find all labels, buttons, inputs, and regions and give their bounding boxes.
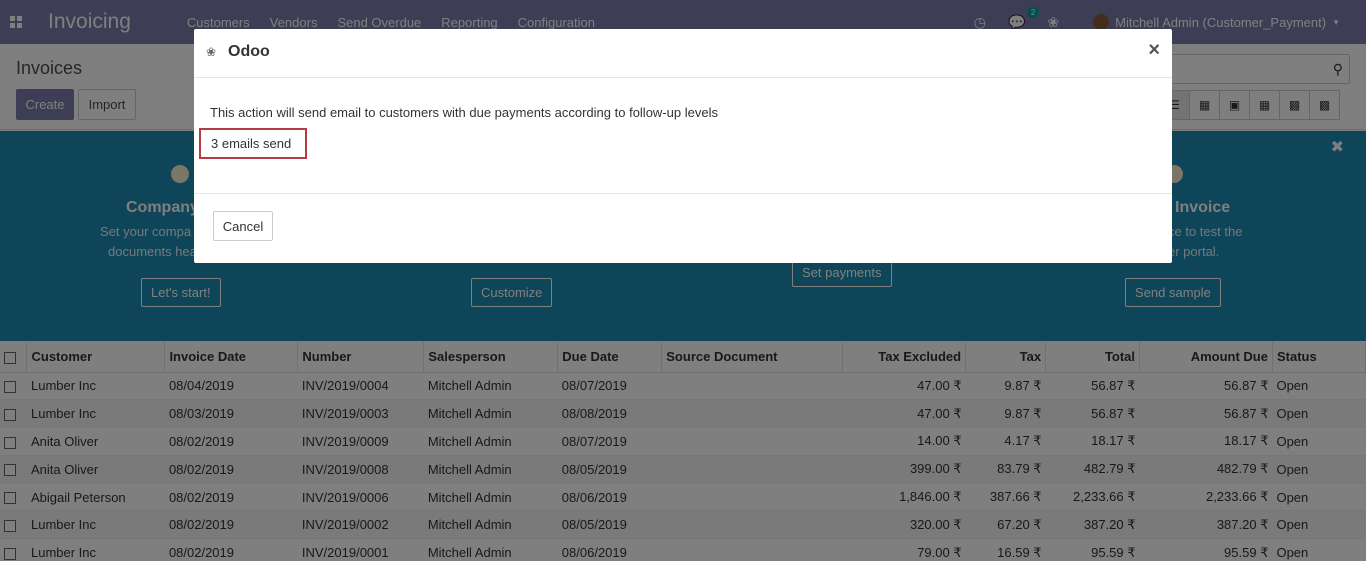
dialog-body: This action will send email to customers… [194,78,1172,194]
dialog-header: ❀ Odoo × [194,29,1172,78]
dialog-title: Odoo [228,43,270,60]
emails-sent-result: 3 emails send [199,128,307,159]
cancel-button[interactable]: Cancel [213,211,273,241]
dialog-message: This action will send email to customers… [210,105,718,120]
bug-icon: ❀ [206,45,217,59]
send-overdue-dialog: ❀ Odoo × This action will send email to … [194,29,1172,263]
close-icon[interactable]: × [1148,39,1160,62]
